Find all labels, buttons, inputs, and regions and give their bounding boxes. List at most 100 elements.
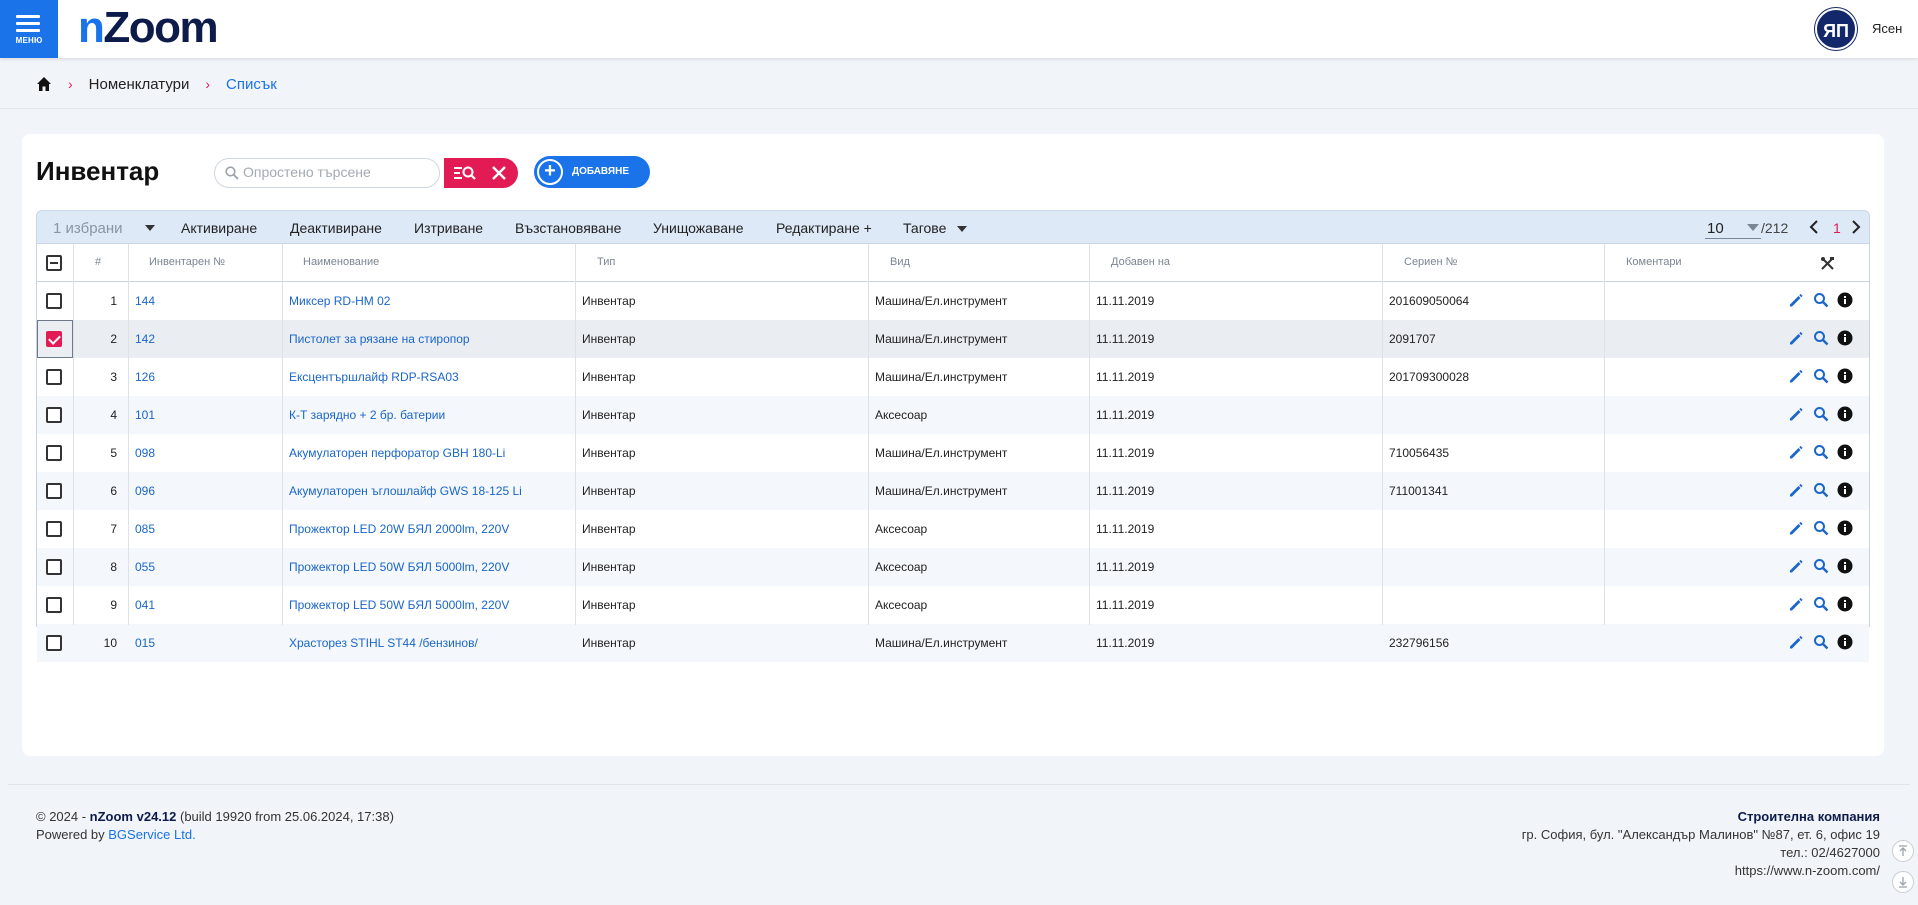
item-name-link[interactable]: Акумулаторен ъглошлайф GWS 18-125 Li [289,484,522,498]
info-icon[interactable] [1837,444,1853,463]
inventory-number-link[interactable]: 098 [135,446,155,460]
pencil-icon[interactable] [1788,596,1804,615]
magnifier-icon[interactable] [1813,558,1829,577]
per-page-select[interactable]: 10 [1705,217,1761,239]
magnifier-icon[interactable] [1813,520,1829,539]
row-checkbox[interactable] [46,331,62,347]
column-header-name[interactable]: Наименование [303,256,379,268]
breadcrumb-item-nomenclatures[interactable]: Номенклатури [89,76,190,93]
current-page[interactable]: 1 [1833,220,1841,236]
action-activate[interactable]: Активиране [181,220,257,236]
row-checkbox[interactable] [46,597,62,613]
inventory-number-link[interactable]: 142 [135,332,155,346]
table-row[interactable]: 9 041 Прожектор LED 50W БЯЛ 5000lm, 220V Ин… [37,586,1869,624]
inventory-number-link[interactable]: 041 [135,598,155,612]
column-header-type[interactable]: Тип [597,256,615,268]
pencil-icon[interactable] [1788,558,1804,577]
column-header-added-on[interactable]: Добавен на [1111,256,1170,268]
row-checkbox[interactable] [46,521,62,537]
item-name-link[interactable]: К-Т зарядно + 2 бр. батерии [289,408,445,422]
chevron-left-icon[interactable] [1809,220,1819,234]
item-name-link[interactable]: Миксер RD-HM 02 [289,294,390,308]
magnifier-icon[interactable] [1813,444,1829,463]
pencil-icon[interactable] [1788,368,1804,387]
chevron-down-icon[interactable] [957,226,967,232]
action-tags[interactable]: Тагове [903,220,946,236]
magnifier-icon[interactable] [1813,330,1829,349]
action-edit-plus[interactable]: Редактиране + [776,220,872,236]
action-delete[interactable]: Изтриване [414,220,483,236]
info-icon[interactable] [1837,330,1853,349]
pencil-icon[interactable] [1788,482,1804,501]
info-icon[interactable] [1837,558,1853,577]
inventory-number-link[interactable]: 144 [135,294,155,308]
magnifier-icon[interactable] [1813,406,1829,425]
table-row[interactable]: 4 101 К-Т зарядно + 2 бр. батерии Инвентар А… [37,396,1869,434]
add-button[interactable]: + ДОБАВЯНЕ [534,156,650,188]
inventory-number-link[interactable]: 096 [135,484,155,498]
magnifier-icon[interactable] [1813,634,1829,653]
inventory-number-link[interactable]: 101 [135,408,155,422]
vendor-link[interactable]: BGService Ltd. [108,827,195,842]
item-name-link[interactable]: Прожектор LED 50W БЯЛ 5000lm, 220V [289,560,509,574]
row-checkbox[interactable] [46,483,62,499]
inventory-number-link[interactable]: 085 [135,522,155,536]
chevron-right-icon[interactable] [1851,220,1861,234]
magnifier-icon[interactable] [1813,368,1829,387]
action-restore[interactable]: Възстановяване [515,220,621,236]
close-icon[interactable] [492,166,506,180]
column-header-serial[interactable]: Сериен № [1404,256,1457,268]
magnifier-icon[interactable] [1813,292,1829,311]
table-row[interactable]: 3 126 Ексцентършлайф RDP-RSA03 Инвентар Маши… [37,358,1869,396]
table-row[interactable]: 2 142 Пистолет за рязане на стиропор Инвент… [37,320,1869,358]
list-search-icon[interactable] [454,165,476,181]
info-icon[interactable] [1837,482,1853,501]
search-input[interactable] [243,164,423,180]
tools-icon[interactable] [1820,256,1835,271]
column-header-inventory-no[interactable]: Инвентарен № [149,256,225,268]
info-icon[interactable] [1837,368,1853,387]
action-destroy[interactable]: Унищожаване [653,220,744,236]
selected-count[interactable]: 1 избрани [53,220,123,237]
table-row[interactable]: 6 096 Акумулаторен ъглошлайф GWS 18-125 Li… [37,472,1869,510]
pencil-icon[interactable] [1788,406,1804,425]
chevron-down-icon[interactable] [145,225,155,231]
home-icon[interactable] [36,76,52,92]
scroll-top-button[interactable] [1892,840,1914,862]
row-checkbox[interactable] [46,635,62,651]
row-checkbox[interactable] [46,445,62,461]
pencil-icon[interactable] [1788,634,1804,653]
item-name-link[interactable]: Акумулаторен перфоратор GBH 180-Li [289,446,505,460]
row-checkbox[interactable] [46,369,62,385]
magnifier-icon[interactable] [1813,596,1829,615]
item-name-link[interactable]: Прожектор LED 20W БЯЛ 2000lm, 220V [289,522,509,536]
inventory-number-link[interactable]: 126 [135,370,155,384]
select-all-checkbox[interactable] [46,255,62,271]
table-row[interactable]: 1 144 Миксер RD-HM 02 Инвентар Машина/Ел.инс… [37,282,1869,320]
pencil-icon[interactable] [1788,330,1804,349]
company-website[interactable]: https://www.n-zoom.com/ [1522,862,1880,880]
action-deactivate[interactable]: Деактивиране [290,220,382,236]
info-icon[interactable] [1837,292,1853,311]
pencil-icon[interactable] [1788,292,1804,311]
inventory-number-link[interactable]: 015 [135,636,155,650]
row-checkbox[interactable] [46,407,62,423]
item-name-link[interactable]: Пистолет за рязане на стиропор [289,332,470,346]
pencil-icon[interactable] [1788,520,1804,539]
magnifier-icon[interactable] [1813,482,1829,501]
pencil-icon[interactable] [1788,444,1804,463]
menu-button[interactable]: МЕНЮ [0,0,58,58]
table-row[interactable]: 5 098 Акумулаторен перфоратор GBH 180-Li Ин… [37,434,1869,472]
table-row[interactable]: 8 055 Прожектор LED 50W БЯЛ 5000lm, 220V Ин… [37,548,1869,586]
column-header-comments[interactable]: Коментари [1626,256,1682,268]
item-name-link[interactable]: Ексцентършлайф RDP-RSA03 [289,370,459,384]
info-icon[interactable] [1837,634,1853,653]
app-logo[interactable]: nZoom [78,4,219,52]
scroll-bottom-button[interactable] [1892,871,1914,893]
row-checkbox[interactable] [46,293,62,309]
row-checkbox[interactable] [46,559,62,575]
avatar[interactable]: ЯП [1815,8,1857,50]
inventory-number-link[interactable]: 055 [135,560,155,574]
info-icon[interactable] [1837,520,1853,539]
column-header-kind[interactable]: Вид [890,256,910,268]
